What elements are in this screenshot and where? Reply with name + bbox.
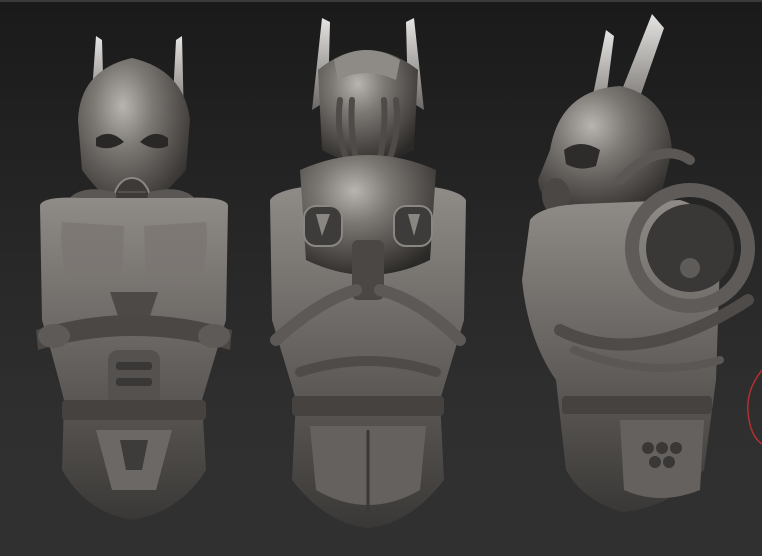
- zbrush-viewport[interactable]: [0, 0, 762, 556]
- model-scene: [36, 14, 762, 528]
- front-view-model: [36, 36, 232, 521]
- viewport-edge-arc: [747, 369, 762, 445]
- side-view-model: [522, 14, 755, 512]
- back-view-model: [270, 18, 466, 528]
